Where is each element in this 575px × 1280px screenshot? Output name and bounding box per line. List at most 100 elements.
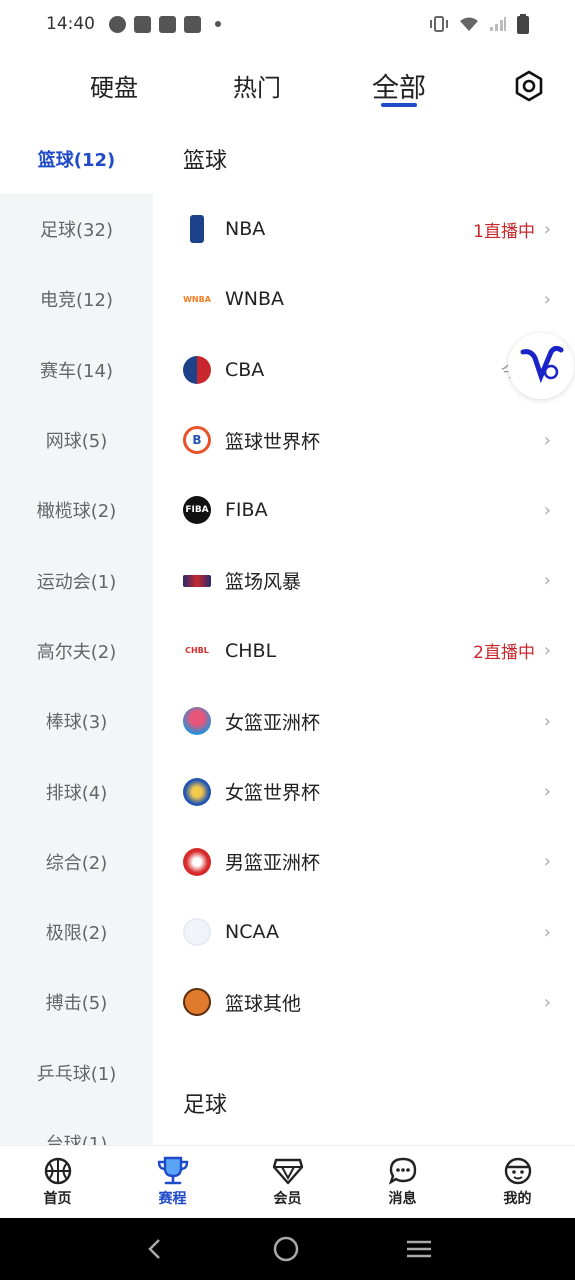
nav-label: 我的 [503, 1191, 532, 1207]
list-item-label: 女篮世界杯 [225, 782, 321, 805]
nba-logo-icon [190, 215, 204, 244]
tab-all[interactable]: 全部 [372, 66, 426, 105]
chevron-right-icon: › [543, 851, 551, 873]
wifi-icon [460, 17, 478, 31]
list-item[interactable]: 男篮亚洲杯 › [153, 827, 575, 897]
nav-home[interactable]: 首页 [0, 1146, 115, 1218]
more-dot-icon [215, 21, 221, 27]
status-bar: 14:40 [0, 0, 575, 48]
battery-icon [517, 14, 529, 34]
list-item[interactable]: CHBL CHBL 2直播中 › [153, 616, 575, 686]
storm-logo-icon [183, 574, 211, 587]
nav-label: 赛程 [158, 1191, 187, 1207]
next-section-title: 足球 [183, 1092, 228, 1118]
list-item-label: 男篮亚洲杯 [225, 852, 321, 875]
world-cup-logo-icon: B [183, 426, 211, 455]
floating-assistant-button[interactable] [508, 333, 574, 399]
sidebar-item-tennis[interactable]: 网球(5) [0, 405, 153, 475]
chevron-right-icon: › [543, 710, 551, 732]
wnba-logo-icon: WNBA [183, 294, 211, 304]
fiba-logo-icon: FIBA [183, 496, 211, 525]
sidebar-item-billiards[interactable]: 台球(1) [0, 1108, 153, 1145]
sidebar-item-games[interactable]: 运动会(1) [0, 545, 153, 615]
sidebar-item-extreme[interactable]: 极限(2) [0, 897, 153, 967]
chevron-right-icon: › [543, 218, 551, 240]
section-title: 篮球 [183, 149, 228, 174]
back-icon[interactable] [143, 1237, 167, 1261]
list-item-label: NBA [225, 218, 266, 241]
sidebar-item-baseball[interactable]: 棒球(3) [0, 686, 153, 756]
chevron-right-icon: › [543, 288, 551, 310]
list-item-label: WNBA [225, 288, 285, 311]
trophy-icon [157, 1156, 188, 1185]
list-item[interactable]: B 篮球世界杯 › [153, 405, 575, 475]
recents-icon[interactable] [405, 1237, 433, 1261]
list-item[interactable]: NBA 1直播中 › [153, 194, 575, 264]
list-item[interactable]: WNBA WNBA › [153, 264, 575, 334]
sidebar-item-golf[interactable]: 高尔夫(2) [0, 616, 153, 686]
women-asia-cup-logo-icon [183, 707, 211, 736]
home-icon[interactable] [272, 1235, 300, 1263]
nav-profile[interactable]: 我的 [460, 1146, 575, 1218]
sidebar-item-racing[interactable]: 赛车(14) [0, 335, 153, 405]
bag-icon [159, 15, 176, 33]
chbl-logo-icon: CHBL [185, 646, 209, 656]
list-item-label: CHBL [225, 639, 277, 662]
nav-label: 首页 [43, 1191, 72, 1207]
list-item-label: 篮球世界杯 [225, 430, 321, 453]
league-list: 篮球 NBA 1直播中 › WNBA WNBA › CBA 今日 › B 篮球世… [153, 124, 575, 1145]
list-item-label: 女篮亚洲杯 [225, 711, 321, 734]
chevron-right-icon: › [543, 499, 551, 521]
vibrate-icon [430, 16, 448, 32]
nav-schedule[interactable]: 赛程 [115, 1146, 230, 1218]
tab-hot[interactable]: 热门 [233, 68, 281, 103]
assistant-logo-icon [520, 345, 564, 384]
speedometer-icon [109, 15, 126, 33]
category-sidebar: 篮球(12) 足球(32) 电竞(12) 赛车(14) 网球(5) 橄榄球(2)… [0, 124, 153, 1145]
diamond-icon [272, 1158, 303, 1185]
top-tab-bar: 硬盘 热门 全部 [0, 48, 575, 124]
ncaa-logo-icon [183, 918, 211, 947]
settings-icon[interactable] [513, 70, 545, 102]
women-world-cup-logo-icon [183, 777, 211, 806]
list-item[interactable]: NCAA › [153, 897, 575, 967]
bag-icon [134, 15, 151, 33]
list-item[interactable]: 篮球其他 › [153, 967, 575, 1037]
sidebar-item-combat[interactable]: 搏击(5) [0, 967, 153, 1037]
list-item-label: CBA [225, 358, 265, 381]
bag-icon [184, 15, 201, 33]
sidebar-item-volleyball[interactable]: 排球(4) [0, 756, 153, 826]
active-tab-indicator [381, 103, 417, 107]
chevron-right-icon: › [543, 991, 551, 1013]
nav-messages[interactable]: 消息 [345, 1146, 460, 1218]
chevron-right-icon: › [543, 429, 551, 451]
list-item[interactable]: FIBA FIBA › [153, 475, 575, 545]
list-item[interactable]: 女篮亚洲杯 › [153, 686, 575, 756]
list-item[interactable]: 女篮世界杯 › [153, 756, 575, 826]
nav-label: 会员 [273, 1191, 302, 1207]
cba-logo-icon [183, 355, 211, 384]
live-status: 2直播中 [473, 643, 535, 664]
system-nav-bar [0, 1218, 575, 1280]
sidebar-item-general[interactable]: 综合(2) [0, 827, 153, 897]
sidebar-item-football[interactable]: 足球(32) [0, 194, 153, 264]
tab-harddisk[interactable]: 硬盘 [90, 68, 138, 103]
basketball-ball-icon [183, 988, 211, 1017]
sidebar-item-basketball[interactable]: 篮球(12) [0, 124, 153, 194]
list-item-label: 篮场风暴 [225, 571, 302, 594]
list-item-label: NCAA [225, 921, 280, 944]
sidebar-item-pingpong[interactable]: 乒乓球(1) [0, 1038, 153, 1108]
list-item-label: 篮球其他 [225, 992, 302, 1015]
nav-vip[interactable]: 会员 [230, 1146, 345, 1218]
bottom-nav: 首页 赛程 会员 消息 我的 [0, 1145, 575, 1218]
sidebar-item-esports[interactable]: 电竞(12) [0, 264, 153, 334]
nav-label: 消息 [388, 1191, 417, 1207]
live-status: 1直播中 [473, 221, 535, 242]
list-item[interactable]: 篮场风暴 › [153, 545, 575, 615]
basketball-icon [44, 1157, 71, 1185]
message-icon [388, 1157, 416, 1185]
list-item-label: FIBA [225, 499, 268, 522]
sidebar-item-rugby[interactable]: 橄榄球(2) [0, 475, 153, 545]
chevron-right-icon: › [543, 921, 551, 943]
men-asia-cup-logo-icon [183, 847, 211, 876]
